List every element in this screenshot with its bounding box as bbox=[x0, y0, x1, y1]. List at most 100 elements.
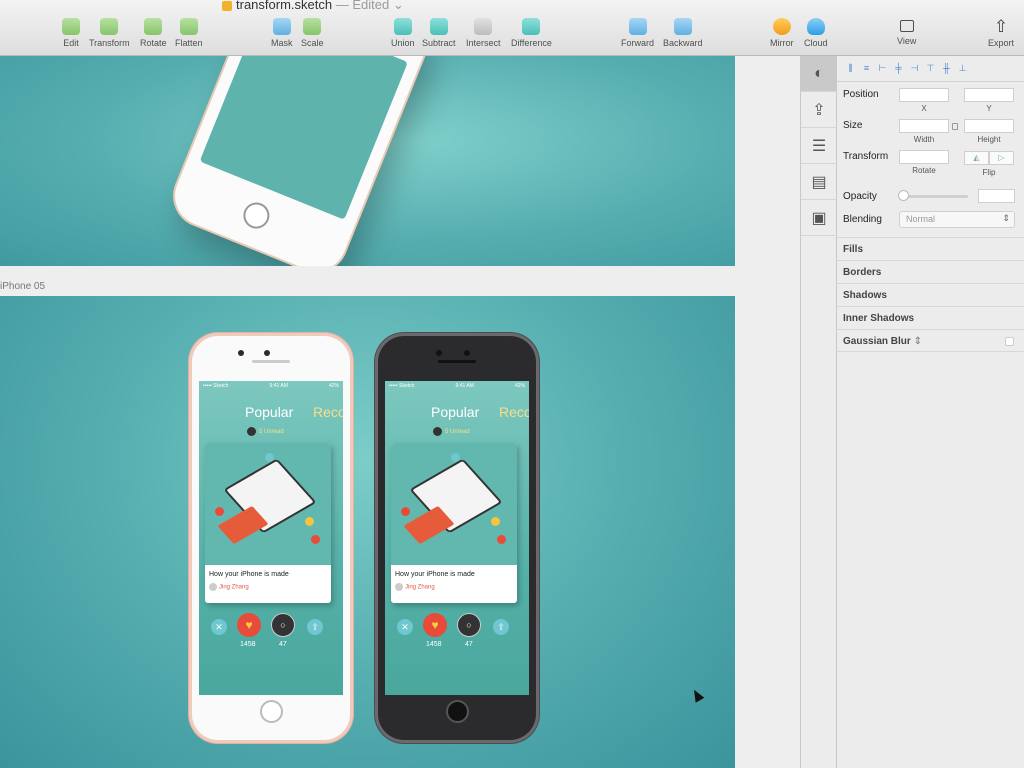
close-icon: ✕ bbox=[211, 619, 227, 635]
layers-icon: ☰ bbox=[811, 137, 827, 155]
rose-gold-phone-mockup[interactable]: ••••• Sketch 9:41 AM 42% Popular Reco 5 … bbox=[192, 336, 350, 740]
blending-value: Normal bbox=[906, 214, 936, 224]
author-avatar bbox=[395, 583, 403, 591]
flip-label: Flip bbox=[982, 168, 996, 177]
symbols-inspector-tab[interactable]: ▤ bbox=[801, 164, 837, 200]
rotate-button[interactable]: Rotate bbox=[140, 18, 167, 48]
chevron-updown-icon[interactable]: ⇕ bbox=[914, 336, 922, 347]
blending-select[interactable]: Normal ⇕ bbox=[899, 211, 1015, 228]
gaussian-blur-section[interactable]: Gaussian Blur ⇕ bbox=[837, 329, 1024, 352]
home-button-icon bbox=[446, 700, 469, 723]
canvas[interactable]: iPhone 05 ••••• Sketch 9:41 AM 42% Popul… bbox=[0, 56, 800, 768]
mirror-label: Mirror bbox=[770, 38, 794, 48]
fills-label: Fills bbox=[843, 244, 864, 255]
intersect-button[interactable]: Intersect bbox=[466, 18, 501, 48]
view-icon bbox=[899, 20, 914, 32]
gaussian-blur-checkbox[interactable] bbox=[1005, 337, 1014, 346]
mask-icon bbox=[272, 18, 291, 35]
rotate-field[interactable] bbox=[899, 150, 949, 164]
article-illustration bbox=[391, 443, 517, 565]
sketch-document-icon bbox=[222, 0, 232, 11]
opacity-field[interactable] bbox=[978, 189, 1015, 203]
distribute-horizontal-icon[interactable]: ⫼ bbox=[845, 63, 856, 74]
borders-section[interactable]: Borders bbox=[837, 260, 1024, 283]
battery-label: 42% bbox=[514, 383, 525, 389]
flip-horizontal-button[interactable]: ◭ bbox=[964, 151, 989, 165]
bubble-icon bbox=[451, 453, 460, 462]
tab-popular: Popular bbox=[431, 404, 480, 420]
flatten-button[interactable]: Flatten bbox=[175, 18, 203, 48]
document-name: transform.sketch bbox=[236, 0, 333, 12]
document-title[interactable]: transform.sketch — Edited ⌄ bbox=[222, 0, 404, 13]
union-icon bbox=[393, 18, 412, 35]
inner-shadows-section[interactable]: Inner Shadows bbox=[837, 306, 1024, 329]
union-button[interactable]: Union bbox=[391, 18, 415, 48]
align-right-icon[interactable]: ⊣ bbox=[909, 63, 920, 74]
position-y-field[interactable] bbox=[964, 88, 1014, 102]
align-left-icon[interactable]: ⊢ bbox=[877, 63, 888, 74]
rotate-label: Rotate bbox=[912, 166, 936, 175]
carrier-label: ••••• Sketch bbox=[389, 383, 415, 389]
mask-button[interactable]: Mask bbox=[271, 18, 293, 48]
export-inspector-tab[interactable]: ⇪ bbox=[801, 92, 837, 128]
opacity-slider-handle[interactable] bbox=[898, 190, 909, 201]
author-name: Jing Zhang bbox=[219, 584, 249, 591]
height-field[interactable] bbox=[964, 119, 1014, 133]
artboard-label[interactable]: iPhone 05 bbox=[0, 281, 45, 292]
align-center-icon[interactable]: ╪ bbox=[893, 63, 904, 74]
article-card: How your iPhone is made Jing Zhang bbox=[391, 443, 517, 603]
scale-button[interactable]: Scale bbox=[301, 18, 324, 48]
view-button[interactable]: View bbox=[897, 18, 916, 46]
flip-horizontal-icon: ◭ bbox=[973, 153, 980, 162]
transform-button[interactable]: Transform bbox=[89, 18, 130, 48]
distribute-vertical-icon[interactable]: ≡ bbox=[861, 63, 872, 74]
edit-button[interactable]: Edit bbox=[62, 18, 80, 48]
tab-popular: Popular bbox=[245, 404, 294, 420]
opacity-slider[interactable] bbox=[900, 195, 968, 198]
forward-icon bbox=[628, 18, 647, 35]
flip-vertical-button[interactable]: ▷ bbox=[989, 151, 1014, 165]
backward-button[interactable]: Backward bbox=[663, 18, 703, 48]
layers-inspector-tab[interactable]: ☰ bbox=[801, 128, 837, 164]
export-label: Export bbox=[988, 38, 1015, 48]
forward-button[interactable]: Forward bbox=[621, 18, 654, 48]
artboard-iphone-05[interactable]: ••••• Sketch 9:41 AM 42% Popular Reco 5 … bbox=[0, 296, 735, 768]
transform-icon bbox=[100, 18, 119, 35]
grid-icon: ▣ bbox=[811, 209, 827, 227]
mirror-button[interactable]: Mirror bbox=[770, 18, 794, 48]
lock-icon[interactable] bbox=[952, 123, 958, 130]
style-inspector-tab[interactable]: ◐ bbox=[801, 56, 837, 92]
document-status: — Edited bbox=[335, 0, 390, 12]
carrier-label: ••••• Sketch bbox=[203, 383, 229, 389]
position-x-field[interactable] bbox=[899, 88, 949, 102]
flatten-label: Flatten bbox=[175, 38, 203, 48]
phone-screen: ••••• Sketch 9:41 AM 42% Popular Reco 5 … bbox=[385, 381, 529, 695]
subtract-label: Subtract bbox=[422, 38, 456, 48]
align-bottom-icon[interactable]: ⊥ bbox=[957, 63, 968, 74]
unread-label: 5 Unread bbox=[259, 429, 284, 436]
space-grey-phone-mockup[interactable]: ••••• Sketch 9:41 AM 42% Popular Reco 5 … bbox=[378, 336, 536, 740]
artboard-top[interactable] bbox=[0, 56, 735, 266]
edit-icon bbox=[62, 18, 80, 35]
cloud-button[interactable]: Cloud bbox=[804, 18, 828, 48]
backward-icon bbox=[673, 18, 692, 35]
article-card: How your iPhone is made Jing Zhang bbox=[205, 443, 331, 603]
align-top-icon[interactable]: ⊤ bbox=[925, 63, 936, 74]
export-button[interactable]: ⇧ Export bbox=[988, 18, 1014, 48]
difference-button[interactable]: Difference bbox=[511, 18, 552, 48]
align-middle-icon[interactable]: ╫ bbox=[941, 63, 952, 74]
tilted-phone-mockup[interactable] bbox=[165, 56, 435, 266]
article-author: Jing Zhang bbox=[209, 583, 249, 591]
fills-section[interactable]: Fills bbox=[837, 237, 1024, 260]
scale-label: Scale bbox=[301, 38, 324, 48]
difference-label: Difference bbox=[511, 38, 552, 48]
gaussian-blur-label: Gaussian Blur bbox=[843, 336, 911, 347]
close-icon: ✕ bbox=[397, 619, 413, 635]
sensor-icon bbox=[464, 350, 470, 356]
width-field[interactable] bbox=[899, 119, 949, 133]
shadows-section[interactable]: Shadows bbox=[837, 283, 1024, 306]
style-icon: ◐ bbox=[814, 64, 824, 82]
inspector-tab-bar: ◐ ⇪ ☰ ▤ ▣ bbox=[800, 56, 837, 768]
grid-inspector-tab[interactable]: ▣ bbox=[801, 200, 837, 236]
subtract-button[interactable]: Subtract bbox=[422, 18, 456, 48]
